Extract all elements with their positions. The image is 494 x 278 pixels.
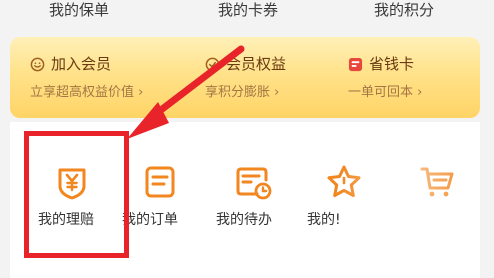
todo-clock-icon <box>236 167 272 200</box>
member-benefits-label: 会员权益 <box>226 55 287 73</box>
yen-shield-icon <box>58 168 86 200</box>
join-member-label: 加入会员 <box>51 55 112 73</box>
my-orders-label: 我的订单 <box>122 212 178 228</box>
my-favorites-label: 我的! <box>307 212 341 228</box>
tab-my-policies[interactable]: 我的保单 <box>49 0 109 20</box>
star-icon <box>327 165 361 197</box>
service-my-claims[interactable]: 我的理赔 <box>20 122 100 278</box>
my-todo-label: 我的待办 <box>216 212 272 228</box>
services-grid: 我的理赔 我的订单 我的待办 我的! <box>10 122 480 278</box>
member-smile-icon <box>30 57 45 71</box>
tab-my-points[interactable]: 我的积分 <box>374 0 434 20</box>
my-claims-label: 我的理赔 <box>38 212 94 228</box>
service-my-orders[interactable]: 我的订单 <box>122 122 202 278</box>
member-benefits-title: 会员权益 <box>205 54 286 74</box>
tab-my-coupons[interactable]: 我的卡券 <box>218 0 278 20</box>
service-my-todo[interactable]: 我的待办 <box>210 122 290 278</box>
cart-icon <box>420 167 454 197</box>
saving-card-subtitle: 一单可回本 › <box>348 85 423 100</box>
order-doc-icon <box>145 166 175 198</box>
join-member-title: 加入会员 <box>30 54 111 74</box>
saving-card-label: 省钱卡 <box>369 55 415 73</box>
membership-card: 加入会员 立享超高权益价值 › 会员权益 享积分膨胀 › 省钱卡 一单可回本 › <box>10 37 480 118</box>
top-tab-bar: 我的保单 我的卡券 我的积分 <box>0 0 494 30</box>
service-my-favorites[interactable]: 我的! <box>307 122 387 278</box>
join-member-subtitle: 立享超高权益价值 › <box>30 85 144 100</box>
member-benefits-subtitle: 享积分膨胀 › <box>205 85 280 100</box>
service-shopping-cart[interactable] <box>408 122 488 278</box>
money-card-icon <box>348 57 363 71</box>
saving-card-title: 省钱卡 <box>348 54 414 74</box>
benefit-icon <box>205 57 220 71</box>
